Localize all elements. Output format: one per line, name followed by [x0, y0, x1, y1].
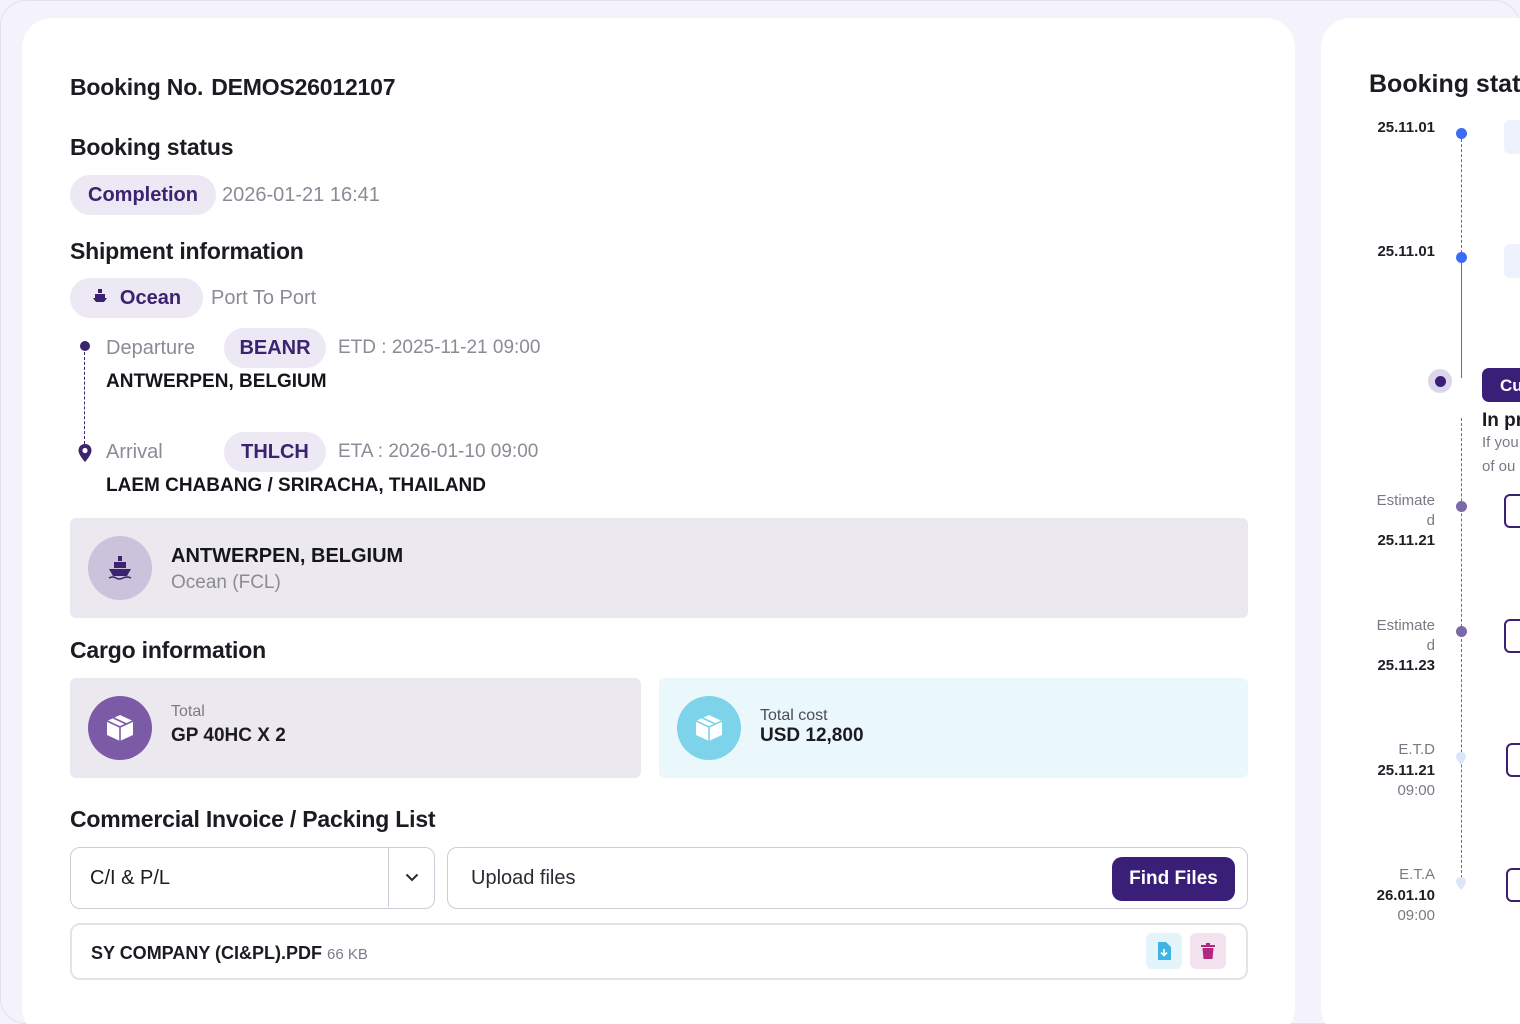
timeline-line-segment [1461, 134, 1462, 258]
invoice-title: Commercial Invoice / Packing List [70, 806, 436, 832]
find-files-button[interactable]: Find Files [1112, 857, 1235, 901]
departure-dot [80, 341, 90, 351]
uploaded-file-row: SY COMPANY (CI&PL).PDF 66 KB [70, 923, 1248, 980]
timeline-card [1506, 868, 1520, 902]
cargo-cost-card: Total cost USD 12,800 [659, 678, 1248, 778]
status-panel-title: Booking stat [1369, 70, 1520, 98]
departure-code-badge: BEANR [224, 328, 326, 368]
route-line [84, 352, 85, 444]
timeline-date: 25.11.23 [1377, 657, 1435, 674]
timeline-card [1504, 494, 1520, 528]
status-badge: Completion [70, 175, 216, 215]
ship-icon [88, 536, 152, 600]
ship-mode-type: Port To Port [211, 286, 317, 309]
file-name: SY COMPANY (CI&PL).PDF [91, 943, 323, 963]
upload-placeholder: Upload files [471, 867, 576, 889]
timeline-card [1504, 244, 1520, 278]
ship-icon [92, 287, 108, 310]
carrier-card-sub: Ocean (FCL) [171, 572, 281, 593]
file-size: 66 KB [327, 946, 368, 963]
departure-etd: ETD : 2025-11-21 09:00 [338, 337, 541, 358]
carrier-card: ANTWERPEN, BELGIUM Ocean (FCL) [70, 518, 1248, 618]
arrival-place: LAEM CHABANG / SRIRACHA, THAILAND [106, 475, 486, 496]
timeline-dot [1456, 128, 1467, 139]
booking-number-value: DEMOS26012107 [211, 74, 396, 100]
arrival-eta: ETA : 2026-01-10 09:00 [338, 441, 539, 462]
booking-number-label: Booking No. [70, 74, 204, 100]
timeline-date: 25.11.01 [1377, 243, 1435, 260]
document-type-value: C/I & P/L [90, 867, 171, 889]
booking-detail-panel: Booking No. DEMOS26012107 Booking status … [22, 18, 1295, 1024]
in-progress-title: In pr [1482, 410, 1520, 431]
download-file-icon[interactable] [1146, 933, 1182, 969]
timeline-card [1506, 743, 1520, 777]
box-icon [88, 696, 152, 760]
arrival-code-badge: THLCH [224, 432, 326, 472]
upload-field[interactable]: Upload files Find Files [447, 847, 1248, 909]
arrival-label: Arrival [106, 440, 163, 463]
location-pin-icon [1455, 751, 1467, 771]
timeline-time: 09:00 [1397, 782, 1435, 799]
timeline-label: Estimate d [1376, 617, 1435, 654]
timeline-time: 09:00 [1397, 907, 1435, 924]
booking-status-title: Booking status [70, 134, 234, 160]
ship-mode-label: Ocean [119, 286, 182, 309]
booking-status-panel: Booking stat 25.11.01 25.11.01 Cu In pr … [1321, 18, 1520, 1024]
in-progress-note-1: If you [1482, 434, 1519, 451]
timeline-card [1504, 619, 1520, 653]
location-pin-icon [77, 443, 93, 468]
current-step-dot [1428, 369, 1452, 393]
cargo-info-title: Cargo information [70, 637, 266, 663]
location-pin-icon [1455, 876, 1467, 896]
timeline-date: 25.11.21 [1377, 532, 1435, 549]
current-step-button[interactable]: Cu [1482, 368, 1520, 402]
cargo-total-value: GP 40HC X 2 [171, 725, 286, 746]
document-type-select[interactable]: C/I & P/L [70, 847, 435, 909]
ship-mode-pill: Ocean [70, 278, 203, 318]
booking-number-heading: Booking No. DEMOS26012107 [70, 74, 396, 101]
timeline-label: E.T.D [1398, 741, 1435, 758]
status-datetime: 2026-01-21 16:41 [222, 183, 380, 206]
timeline-line-segment [1461, 418, 1462, 878]
shipment-info-title: Shipment information [70, 238, 304, 264]
timeline-label: Estimate d [1376, 492, 1435, 529]
timeline-date: 25.11.21 [1377, 762, 1435, 779]
timeline-card [1504, 120, 1520, 154]
in-progress-note-2: of ou [1482, 458, 1516, 475]
box-icon [677, 696, 741, 760]
timeline-date: 25.11.01 [1377, 119, 1435, 136]
chevron-down-icon[interactable] [388, 848, 434, 907]
trash-icon[interactable] [1190, 933, 1226, 969]
timeline-dot [1456, 501, 1467, 512]
departure-label: Departure [106, 336, 195, 359]
timeline-dot [1456, 626, 1467, 637]
cargo-cost-label: Total cost [760, 707, 828, 724]
cargo-total-label: Total [171, 703, 205, 720]
timeline-line-segment [1461, 258, 1462, 378]
carrier-card-place: ANTWERPEN, BELGIUM [171, 545, 404, 567]
timeline-label: E.T.A [1399, 866, 1435, 883]
departure-place: ANTWERPEN, BELGIUM [106, 371, 327, 392]
cargo-cost-value: USD 12,800 [760, 725, 864, 746]
timeline-date: 26.01.10 [1376, 887, 1435, 904]
timeline-dot [1456, 252, 1467, 263]
cargo-total-card: Total GP 40HC X 2 [70, 678, 641, 778]
